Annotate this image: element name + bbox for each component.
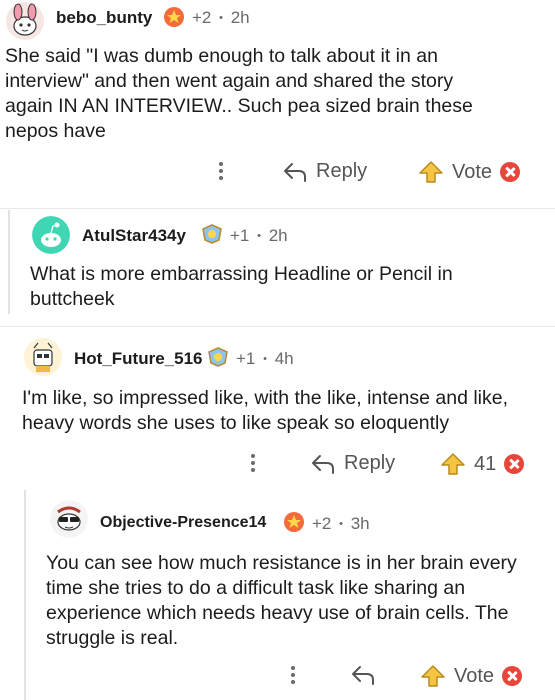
karma: +1: [230, 226, 250, 245]
reply-label: Reply: [316, 160, 368, 182]
separator-dot: •: [339, 518, 343, 530]
award-icon: [162, 5, 186, 34]
timestamp: 4h: [274, 349, 294, 368]
more-options-icon[interactable]: [290, 666, 296, 687]
snoo-avatar-icon: [50, 500, 88, 538]
separator-dot: •: [219, 12, 223, 24]
comment-meta: +1 • 4h: [236, 349, 294, 369]
separator-dot: •: [263, 353, 267, 365]
downvote-icon[interactable]: [500, 162, 521, 182]
comment-body: She said "I was dumb enough to talk abou…: [5, 45, 473, 142]
comment-body: What is more embarrassing Headline or Pe…: [30, 263, 453, 310]
vote-button[interactable]: Vote: [420, 664, 523, 688]
comment-body: You can see how much resistance is in he…: [46, 552, 517, 649]
divider: [0, 208, 555, 209]
reply-button[interactable]: Reply: [282, 160, 367, 183]
more-options-icon[interactable]: [218, 162, 224, 183]
vote-count: 41: [474, 452, 497, 475]
vote-label: Vote: [454, 664, 495, 687]
karma: +1: [236, 349, 256, 368]
avatar[interactable]: [32, 216, 70, 254]
user-avatar-icon: [6, 2, 44, 40]
username[interactable]: Hot_Future_516: [74, 349, 202, 369]
user-avatar-icon: [24, 338, 62, 376]
upvote-icon[interactable]: [440, 452, 466, 476]
thread-line: [8, 210, 10, 314]
karma: +2: [312, 514, 332, 533]
timestamp: 3h: [350, 514, 370, 533]
more-options-icon[interactable]: [250, 454, 256, 475]
reply-arrow-icon: [312, 454, 334, 474]
comment-meta: +2 • 3h: [312, 514, 370, 534]
reply-label: Reply: [344, 452, 396, 474]
downvote-icon[interactable]: [504, 454, 525, 474]
username[interactable]: Objective-Presence14: [100, 514, 266, 532]
award-icon: [200, 222, 224, 251]
avatar[interactable]: [50, 500, 88, 538]
award-icon: [206, 345, 230, 374]
divider: [0, 326, 555, 327]
snoo-avatar-icon: [32, 216, 70, 254]
upvote-icon[interactable]: [420, 664, 446, 688]
vote-label: Vote: [452, 160, 493, 183]
thread-line: [24, 490, 26, 700]
downvote-icon[interactable]: [502, 666, 523, 686]
karma: +2: [192, 8, 212, 27]
avatar[interactable]: [6, 2, 44, 40]
vote-button[interactable]: Vote: [418, 160, 521, 184]
username[interactable]: bebo_bunty: [56, 8, 152, 28]
username[interactable]: AtulStar434y: [82, 226, 186, 246]
comment-meta: +2 • 2h: [192, 8, 250, 28]
timestamp: 2h: [230, 8, 250, 27]
avatar[interactable]: [24, 338, 62, 376]
reply-button[interactable]: [350, 664, 376, 686]
separator-dot: •: [257, 230, 261, 242]
upvote-icon[interactable]: [418, 160, 444, 184]
vote-button[interactable]: 41: [440, 452, 525, 476]
reply-arrow-icon: [284, 162, 306, 182]
reply-button[interactable]: Reply: [310, 452, 395, 475]
comment-meta: +1 • 2h: [230, 226, 288, 246]
reply-arrow-icon: [352, 666, 374, 685]
comment-body: I'm like, so impressed like, with the li…: [22, 387, 509, 434]
timestamp: 2h: [268, 226, 288, 245]
award-icon: [282, 510, 306, 539]
